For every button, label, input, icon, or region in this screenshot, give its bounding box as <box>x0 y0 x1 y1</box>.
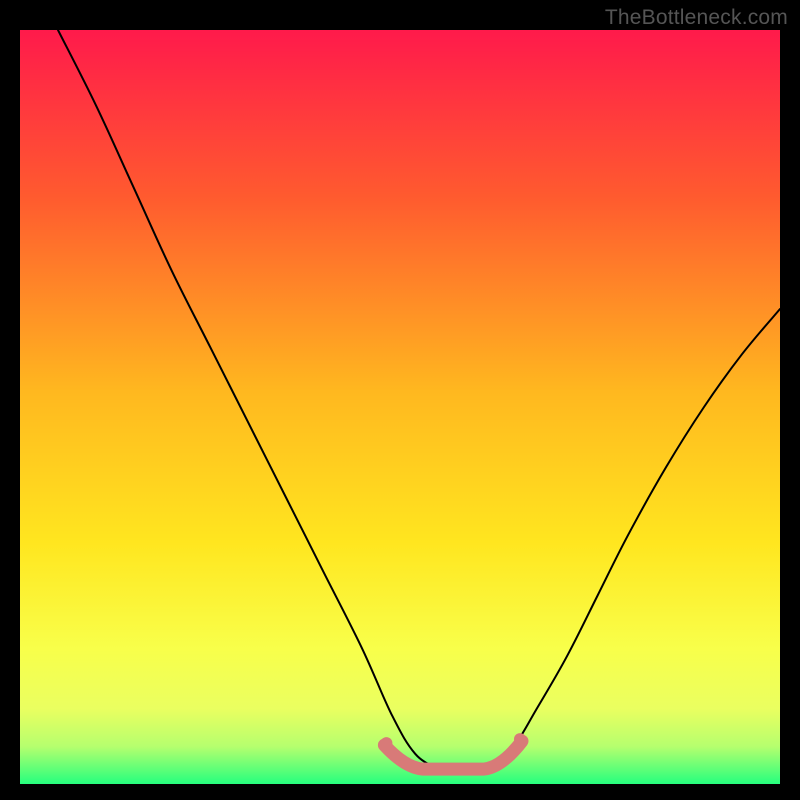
chart-frame: TheBottleneck.com <box>0 0 800 800</box>
band-cap-left <box>380 737 392 749</box>
gradient-background <box>20 30 780 784</box>
chart-svg <box>20 30 780 784</box>
plot-area <box>20 30 780 784</box>
band-cap-right <box>514 733 526 745</box>
watermark-text: TheBottleneck.com <box>605 6 788 30</box>
